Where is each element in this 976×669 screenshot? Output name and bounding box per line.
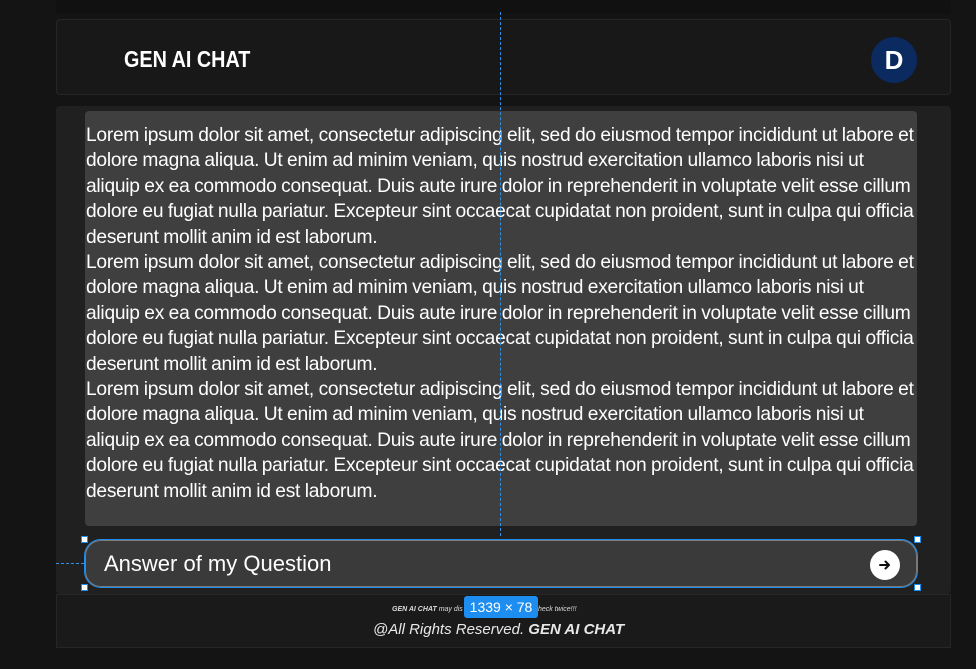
copyright-brand: GEN AI CHAT [528,621,625,638]
user-avatar[interactable]: D [871,37,917,83]
chat-message: Lorem ipsum dolor sit amet, consectetur … [85,111,917,526]
message-paragraph: Lorem ipsum dolor sit amet, consectetur … [86,252,914,375]
disclaimer-text: GEN AI CHAT may dis [392,606,463,613]
disclaimer-start: may dis [438,606,463,613]
top-edge [56,0,951,14]
app-header: GEN AI CHAT D [56,19,951,95]
arrow-right-circle-icon [879,560,890,570]
send-button[interactable] [870,550,900,580]
chat-input-bar [85,540,917,587]
message-paragraph: Lorem ipsum dolor sit amet, consectetur … [86,379,914,502]
copyright-text: @All Rights Reserved. GEN AI CHAT [373,621,624,638]
dimension-badge: 1339 × 78 [464,596,538,618]
disclaimer-brand: GEN AI CHAT [392,606,437,613]
copyright-prefix: @All Rights Reserved. [373,621,525,638]
disclaimer-end: heck twice!!! [538,606,577,613]
message-paragraph: Lorem ipsum dolor sit amet, consectetur … [86,125,914,248]
app-title: GEN AI CHAT [124,46,251,72]
app-canvas: GEN AI CHAT D Lorem ipsum dolor sit amet… [0,0,976,669]
question-input[interactable] [104,551,844,577]
